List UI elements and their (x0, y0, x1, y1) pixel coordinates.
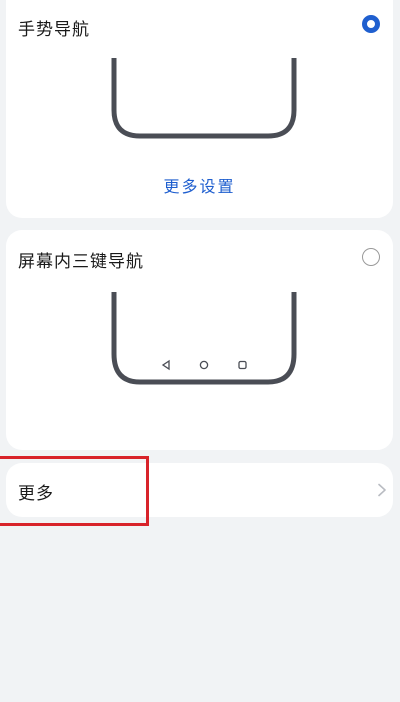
three-key-navigation-card[interactable]: 屏幕内三键导航 (6, 230, 393, 450)
three-key-navigation-radio[interactable] (362, 248, 380, 266)
back-key-icon (161, 359, 170, 371)
three-key-navigation-label: 屏幕内三键导航 (18, 252, 144, 272)
more-settings-link[interactable]: 更多设置 (6, 173, 393, 197)
gesture-navigation-radio[interactable] (362, 15, 380, 33)
home-key-icon (199, 360, 209, 370)
navigation-settings-page: 手势导航 更多设置 屏幕内三键导航 更多 (0, 0, 400, 702)
more-row-label: 更多 (18, 484, 54, 504)
gesture-phone-illustration (111, 58, 297, 139)
gesture-navigation-label: 手势导航 (18, 20, 90, 40)
more-row[interactable]: 更多 (6, 463, 393, 517)
three-key-phone-illustration (111, 292, 297, 385)
gesture-navigation-card[interactable]: 手势导航 更多设置 (6, 0, 393, 218)
chevron-right-icon (378, 483, 386, 497)
gesture-phone-outline (111, 58, 297, 139)
recents-key-icon (238, 360, 247, 370)
